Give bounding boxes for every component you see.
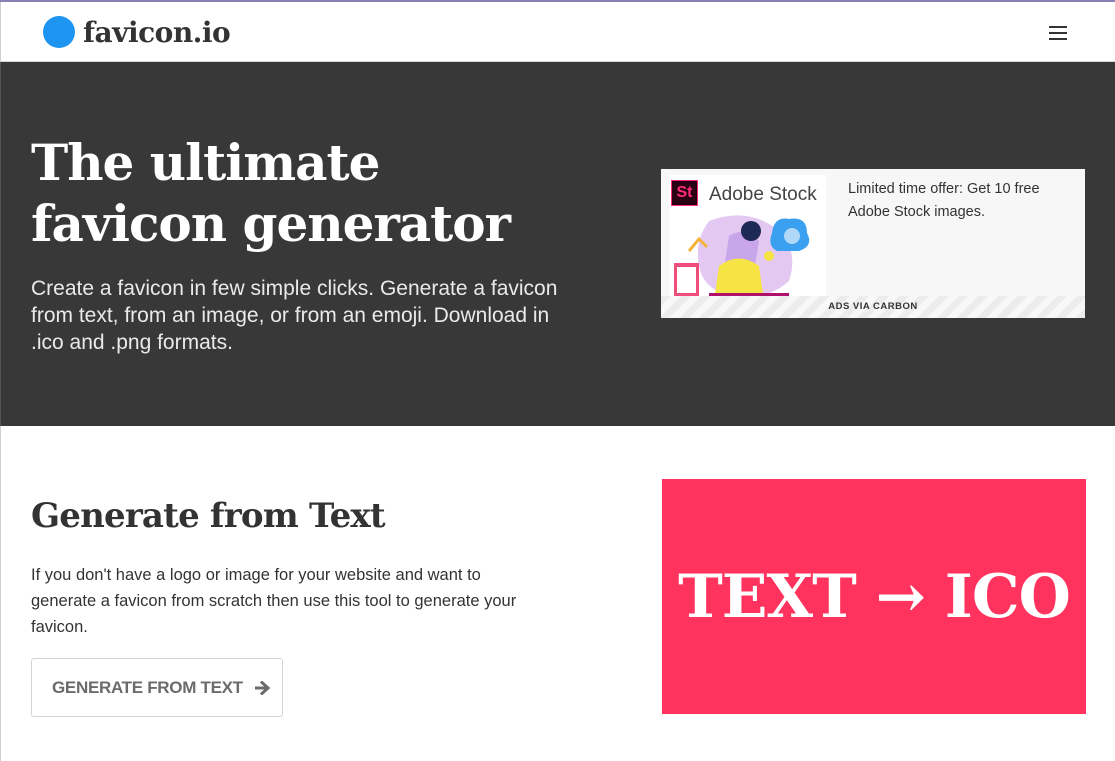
brand-name: favicon.io bbox=[83, 15, 231, 49]
arrow-right-icon bbox=[254, 680, 270, 695]
generate-from-text-label: GENERATE FROM TEXT bbox=[52, 677, 243, 697]
section-description: If you don't have a logo or image for yo… bbox=[31, 566, 517, 636]
generate-from-text-button[interactable]: GENERATE FROM TEXT bbox=[31, 658, 283, 717]
section-title: Generate from Text bbox=[31, 496, 386, 536]
hero-title-line1: The ultimate bbox=[31, 133, 380, 192]
generate-from-text-section: Generate from Text If you don't have a l… bbox=[0, 426, 1115, 761]
banner-text: TEXT → ICO bbox=[678, 561, 1071, 632]
hero-title: The ultimate favicon generator bbox=[31, 132, 591, 254]
carbon-ad[interactable]: St Adobe Stock Limited time offer: Get 1… bbox=[661, 169, 1085, 318]
text-to-ico-banner[interactable]: TEXT → ICO bbox=[662, 479, 1086, 714]
ad-footer: ADS VIA CARBON bbox=[661, 296, 1085, 318]
brand-link[interactable]: favicon.io bbox=[43, 14, 231, 50]
navbar: favicon.io bbox=[0, 2, 1115, 62]
ads-via-carbon-link[interactable]: ADS VIA CARBON bbox=[661, 296, 1085, 318]
adobe-stock-logo-icon: St bbox=[671, 180, 698, 206]
ad-brand-name: Adobe Stock bbox=[709, 184, 817, 205]
brand-logo-icon bbox=[43, 16, 75, 48]
ad-image[interactable]: St Adobe Stock bbox=[669, 175, 826, 297]
hero-subtitle: Create a favicon in few simple clicks. G… bbox=[31, 277, 558, 354]
ad-copy[interactable]: Limited time offer: Get 10 free Adobe St… bbox=[848, 178, 1073, 224]
hero-title-line2: favicon generator bbox=[31, 194, 511, 253]
ad-illustration bbox=[674, 215, 810, 297]
hamburger-menu-icon[interactable] bbox=[1045, 22, 1071, 44]
